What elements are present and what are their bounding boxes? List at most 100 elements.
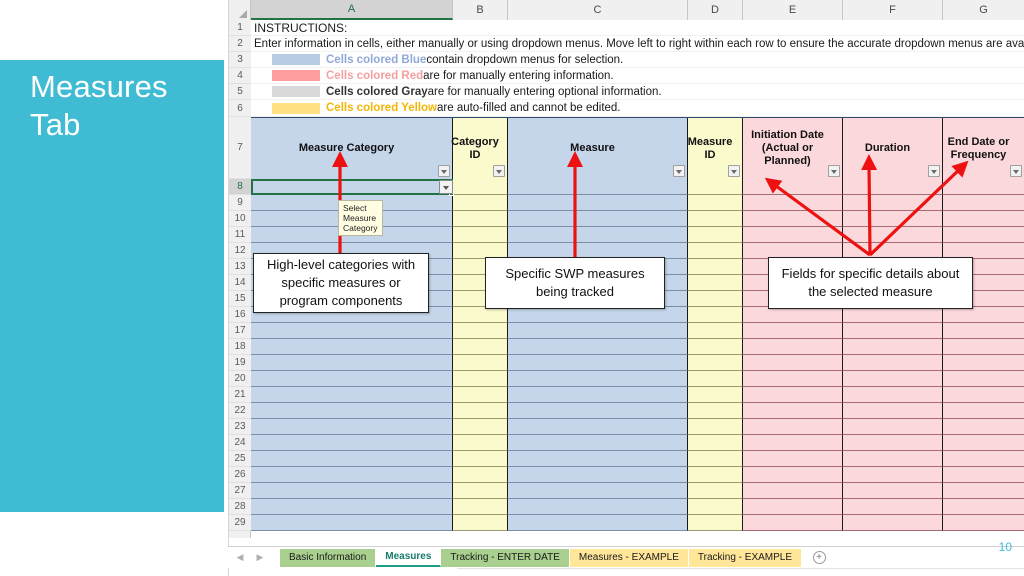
table-cell[interactable] — [251, 371, 453, 387]
table-cell[interactable] — [743, 483, 843, 499]
row-header-5[interactable]: 5 — [229, 84, 251, 100]
table-header-1[interactable]: Category ID — [451, 118, 508, 179]
row-header-28[interactable]: 28 — [229, 499, 251, 515]
table-cell[interactable] — [453, 435, 508, 451]
table-cell[interactable] — [943, 195, 1024, 211]
table-cell[interactable] — [688, 275, 743, 291]
table-cell[interactable] — [251, 435, 453, 451]
column-header-g[interactable]: G — [943, 0, 1024, 20]
table-cell[interactable] — [688, 323, 743, 339]
table-cell[interactable] — [453, 499, 508, 515]
table-cell[interactable] — [843, 323, 943, 339]
table-cell[interactable] — [251, 339, 453, 355]
row-header-15[interactable]: 15 — [229, 291, 251, 307]
row-header-13[interactable]: 13 — [229, 259, 251, 275]
table-cell[interactable] — [508, 195, 688, 211]
row-header-23[interactable]: 23 — [229, 419, 251, 435]
row-header-7[interactable]: 7 — [229, 117, 251, 179]
row-header-6[interactable]: 6 — [229, 100, 251, 117]
row-header-14[interactable]: 14 — [229, 275, 251, 291]
filter-dropdown-icon[interactable] — [673, 165, 685, 177]
table-cell[interactable] — [743, 227, 843, 243]
table-cell[interactable] — [843, 371, 943, 387]
table-cell[interactable] — [843, 403, 943, 419]
table-cell[interactable] — [843, 499, 943, 515]
table-cell[interactable] — [843, 515, 943, 531]
table-cell[interactable] — [688, 371, 743, 387]
table-cell[interactable] — [251, 355, 453, 371]
table-cell[interactable] — [943, 355, 1024, 371]
cell-dropdown-button[interactable] — [439, 180, 453, 194]
table-header-2[interactable]: Measure — [508, 118, 688, 179]
table-row[interactable] — [251, 371, 1024, 387]
table-cell[interactable] — [688, 195, 743, 211]
table-cell[interactable] — [453, 419, 508, 435]
row-header-22[interactable]: 22 — [229, 403, 251, 419]
table-cell[interactable] — [453, 339, 508, 355]
row-header-1[interactable]: 1 — [229, 20, 251, 36]
row-header-12[interactable]: 12 — [229, 243, 251, 259]
filter-dropdown-icon[interactable] — [928, 165, 940, 177]
table-cell[interactable] — [943, 403, 1024, 419]
table-cell[interactable] — [943, 515, 1024, 531]
table-cell[interactable] — [743, 499, 843, 515]
table-cell[interactable] — [688, 499, 743, 515]
column-header-c[interactable]: C — [508, 0, 688, 20]
table-cell[interactable] — [688, 307, 743, 323]
table-cell[interactable] — [688, 403, 743, 419]
table-cell[interactable] — [508, 371, 688, 387]
table-cell[interactable] — [453, 211, 508, 227]
table-cell[interactable] — [688, 179, 743, 195]
table-cell[interactable] — [688, 243, 743, 259]
row-header-8[interactable]: 8 — [229, 179, 251, 195]
table-cell[interactable] — [508, 307, 688, 323]
table-cell[interactable] — [943, 467, 1024, 483]
table-cell[interactable] — [843, 339, 943, 355]
sheet-tab-measures-example[interactable]: Measures - EXAMPLE — [569, 548, 689, 567]
table-cell[interactable] — [943, 419, 1024, 435]
table-cell[interactable] — [508, 355, 688, 371]
table-row[interactable] — [251, 403, 1024, 419]
column-header-e[interactable]: E — [743, 0, 843, 20]
table-cell[interactable] — [743, 355, 843, 371]
filter-dropdown-icon[interactable] — [1010, 165, 1022, 177]
table-cell[interactable] — [453, 483, 508, 499]
table-cell[interactable] — [843, 227, 943, 243]
table-cell[interactable] — [688, 467, 743, 483]
column-header-f[interactable]: F — [843, 0, 943, 20]
table-cell[interactable] — [251, 499, 453, 515]
row-header-2[interactable]: 2 — [229, 36, 251, 52]
table-cell[interactable] — [688, 387, 743, 403]
table-cell[interactable] — [943, 179, 1024, 195]
row-header-25[interactable]: 25 — [229, 451, 251, 467]
table-cell[interactable] — [508, 499, 688, 515]
table-cell[interactable] — [743, 339, 843, 355]
column-header-b[interactable]: B — [453, 0, 508, 20]
table-cell[interactable] — [843, 435, 943, 451]
table-row[interactable] — [251, 419, 1024, 435]
table-row[interactable] — [251, 451, 1024, 467]
row-header-18[interactable]: 18 — [229, 339, 251, 355]
filter-dropdown-icon[interactable] — [828, 165, 840, 177]
table-cell[interactable] — [843, 451, 943, 467]
table-cell[interactable] — [508, 179, 688, 195]
select-all-corner[interactable] — [229, 0, 251, 20]
table-header-6[interactable]: End Date or Frequency — [943, 118, 1024, 179]
table-row[interactable] — [251, 323, 1024, 339]
table-cell[interactable] — [743, 419, 843, 435]
table-cell[interactable] — [943, 435, 1024, 451]
table-cell[interactable] — [251, 467, 453, 483]
table-cell[interactable] — [943, 307, 1024, 323]
table-cell[interactable] — [943, 371, 1024, 387]
table-row[interactable] — [251, 355, 1024, 371]
table-cell[interactable] — [743, 179, 843, 195]
sheet-tab-tracking-example[interactable]: Tracking - EXAMPLE — [688, 548, 803, 567]
table-cell[interactable] — [453, 451, 508, 467]
table-cell[interactable] — [251, 323, 453, 339]
table-cell[interactable] — [508, 323, 688, 339]
row-header-16[interactable]: 16 — [229, 307, 251, 323]
row-header-4[interactable]: 4 — [229, 68, 251, 84]
table-cell[interactable] — [743, 387, 843, 403]
table-cell[interactable] — [688, 227, 743, 243]
table-cell[interactable] — [508, 403, 688, 419]
